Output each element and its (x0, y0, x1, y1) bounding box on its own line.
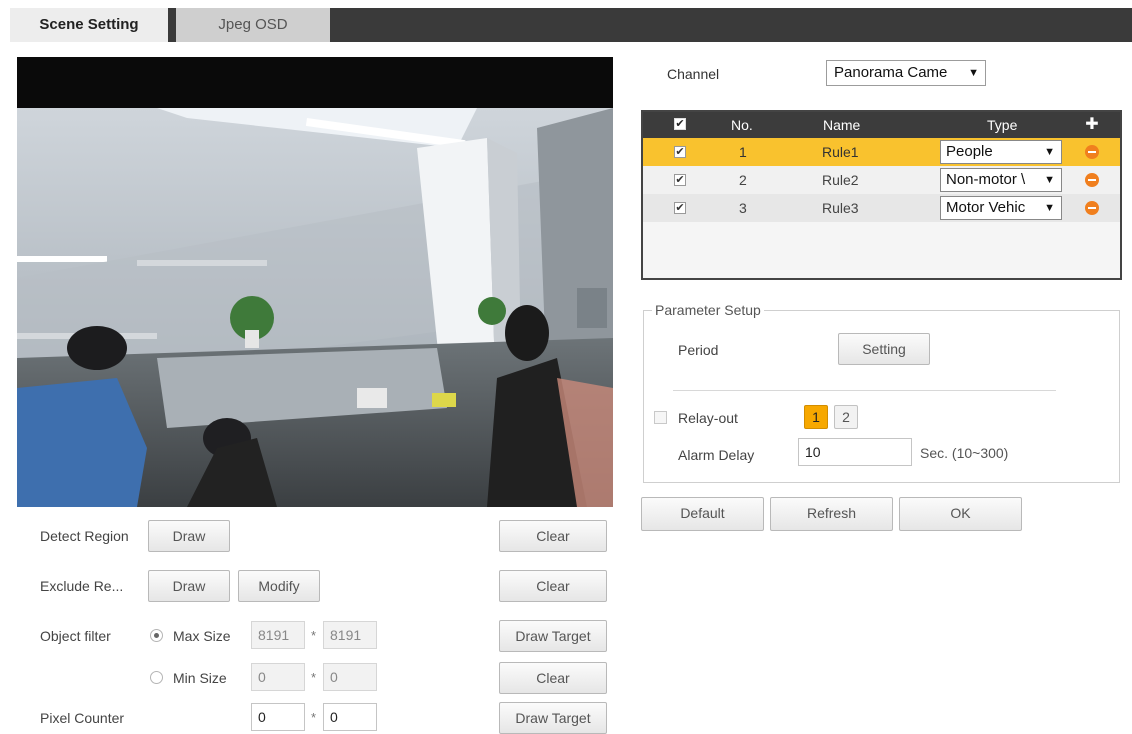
pixel-counter-height-input[interactable]: 0 (323, 703, 377, 731)
ok-button[interactable]: OK (899, 497, 1022, 531)
refresh-button[interactable]: Refresh (770, 497, 893, 531)
relay-out-checkbox[interactable] (654, 411, 667, 424)
tab-jpeg-osd[interactable]: Jpeg OSD (176, 8, 330, 42)
pixel-counter-width-input[interactable]: 0 (251, 703, 305, 731)
alarm-delay-range: Sec. (10~300) (920, 445, 1009, 461)
max-size-height-input[interactable]: 8191 (323, 621, 377, 649)
max-size-radio[interactable] (150, 629, 163, 642)
rule-table: ✔ No. Name Type ✚ ✔ 1 Rule1 People ▼ ✔ 2… (641, 110, 1122, 280)
header-type: Type (987, 117, 1018, 133)
rule-name: Rule3 (822, 200, 859, 216)
rule-table-header: ✔ No. Name Type ✚ (643, 112, 1120, 138)
rule-no: 1 (739, 144, 747, 160)
chevron-down-icon: ▼ (1044, 174, 1055, 186)
relay-1-button[interactable]: 1 (804, 405, 828, 429)
remove-rule-icon[interactable] (1085, 145, 1099, 159)
rule-type-select[interactable]: Non-motor \ ▼ (940, 168, 1062, 192)
rule-type-value: Non-motor \ (946, 171, 1026, 188)
add-rule-icon[interactable]: ✚ (1085, 117, 1099, 133)
rule-type-select[interactable]: People ▼ (940, 140, 1062, 164)
times-separator: * (311, 670, 317, 685)
relay-out-label: Relay-out (678, 410, 738, 426)
rule-type-value: Motor Vehic (946, 199, 1026, 216)
period-label: Period (678, 342, 719, 358)
min-size-clear-button[interactable]: Clear (499, 662, 607, 694)
rule-name: Rule2 (822, 172, 859, 188)
live-video-view[interactable] (17, 57, 613, 507)
remove-rule-icon[interactable] (1085, 201, 1099, 215)
min-size-radio[interactable] (150, 671, 163, 684)
tab-bar: Scene Setting Jpeg OSD (0, 0, 1132, 44)
max-size-label: Max Size (173, 628, 231, 644)
rule-type-value: People (946, 143, 993, 160)
tab-scene-setting[interactable]: Scene Setting (10, 8, 168, 42)
rule-row[interactable]: ✔ 3 Rule3 Motor Vehic ▼ (643, 194, 1120, 222)
alarm-delay-label: Alarm Delay (678, 447, 755, 463)
default-button[interactable]: Default (641, 497, 764, 531)
max-size-width-input[interactable]: 8191 (251, 621, 305, 649)
select-all-checkbox[interactable]: ✔ (674, 118, 686, 130)
camera-image (17, 108, 613, 507)
exclude-region-draw-button[interactable]: Draw (148, 570, 230, 602)
period-setting-button[interactable]: Setting (838, 333, 930, 365)
detect-region-draw-button[interactable]: Draw (148, 520, 230, 552)
exclude-region-modify-button[interactable]: Modify (238, 570, 320, 602)
chevron-down-icon: ▼ (1044, 146, 1055, 158)
object-filter-label: Object filter (40, 628, 111, 644)
rule-checkbox[interactable]: ✔ (674, 174, 686, 186)
times-separator: * (311, 710, 317, 725)
rule-row[interactable]: ✔ 1 Rule1 People ▼ (643, 138, 1120, 166)
rule-checkbox[interactable]: ✔ (674, 202, 686, 214)
channel-label: Channel (667, 66, 720, 82)
detect-region-label: Detect Region (40, 528, 129, 544)
min-size-height-input[interactable]: 0 (323, 663, 377, 691)
exclude-region-clear-button[interactable]: Clear (499, 570, 607, 602)
channel-select-value: Panorama Came (834, 64, 948, 81)
rule-checkbox[interactable]: ✔ (674, 146, 686, 158)
header-no: No. (731, 117, 753, 133)
rule-no: 3 (739, 200, 747, 216)
detect-region-clear-button[interactable]: Clear (499, 520, 607, 552)
pixel-counter-label: Pixel Counter (40, 710, 125, 726)
chevron-down-icon: ▼ (1044, 202, 1055, 214)
rule-no: 2 (739, 172, 747, 188)
relay-2-button[interactable]: 2 (834, 405, 858, 429)
exclude-region-label: Exclude Re... (40, 578, 124, 594)
alarm-delay-input[interactable]: 10 (798, 438, 912, 466)
min-size-width-input[interactable]: 0 (251, 663, 305, 691)
channel-select[interactable]: Panorama Came ▼ (826, 60, 986, 86)
min-size-label: Min Size (173, 670, 227, 686)
draw-target-button[interactable]: Draw Target (499, 620, 607, 652)
times-separator: * (311, 628, 317, 643)
header-name: Name (823, 117, 861, 133)
rule-row[interactable]: ✔ 2 Rule2 Non-motor \ ▼ (643, 166, 1120, 194)
remove-rule-icon[interactable] (1085, 173, 1099, 187)
rule-name: Rule1 (822, 144, 859, 160)
pixel-counter-draw-target-button[interactable]: Draw Target (499, 702, 607, 734)
rule-type-select[interactable]: Motor Vehic ▼ (940, 196, 1062, 220)
parameter-setup-legend: Parameter Setup (652, 302, 764, 318)
chevron-down-icon: ▼ (968, 67, 979, 79)
